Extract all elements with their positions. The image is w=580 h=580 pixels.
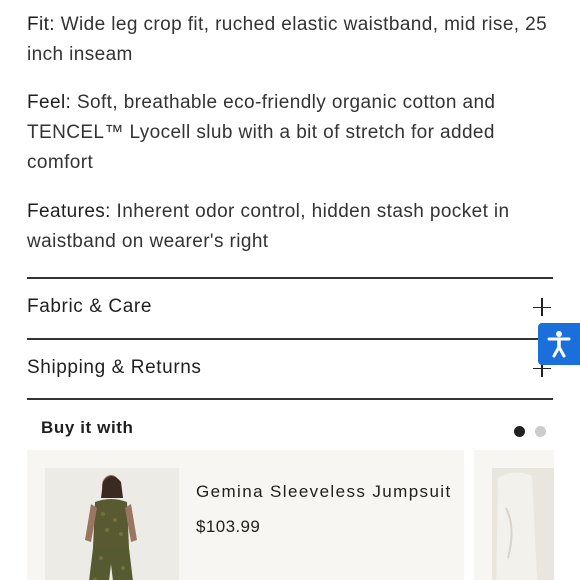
buy-it-with-section: Buy it with Gemina Sleeveless Jumpsuit $… — [27, 400, 580, 580]
fit-value: Wide leg crop fit, ruched elastic waistb… — [27, 14, 548, 65]
features-label: Features: — [27, 201, 111, 222]
product-price: $103.99 — [196, 517, 261, 536]
product-features-text: Features: Inherent odor control, hidden … — [27, 197, 557, 257]
product-name[interactable]: Gemina Sleeveless Jumpsuit — [196, 482, 464, 502]
buy-it-with-title: Buy it with — [41, 418, 134, 437]
product-card-next[interactable] — [474, 450, 554, 580]
accessibility-icon — [547, 331, 571, 358]
carousel-pagination — [514, 426, 546, 437]
carousel-dot-1[interactable] — [514, 426, 525, 437]
accordion-title: Fabric & Care — [27, 296, 153, 317]
plus-icon — [533, 298, 551, 316]
product-feel-text: Feel: Soft, breathable eco-friendly orga… — [27, 88, 557, 178]
feel-value: Soft, breathable eco-friendly organic co… — [27, 92, 496, 173]
fit-label: Fit: — [27, 14, 55, 35]
product-photo-illustration — [492, 468, 554, 580]
carousel-dot-2[interactable] — [535, 426, 546, 437]
accordion-fabric-care[interactable]: Fabric & Care — [27, 278, 553, 336]
accessibility-button[interactable] — [538, 323, 580, 365]
product-fit-text: Fit: Wide leg crop fit, ruched elastic w… — [27, 10, 557, 70]
product-photo-illustration — [45, 468, 179, 580]
product-image — [492, 468, 554, 580]
product-image — [45, 468, 179, 580]
accordion-shipping-returns[interactable]: Shipping & Returns — [27, 339, 553, 397]
accordion-title: Shipping & Returns — [27, 357, 202, 378]
product-card[interactable]: Gemina Sleeveless Jumpsuit $103.99 — [27, 450, 464, 580]
feel-label: Feel: — [27, 92, 72, 113]
